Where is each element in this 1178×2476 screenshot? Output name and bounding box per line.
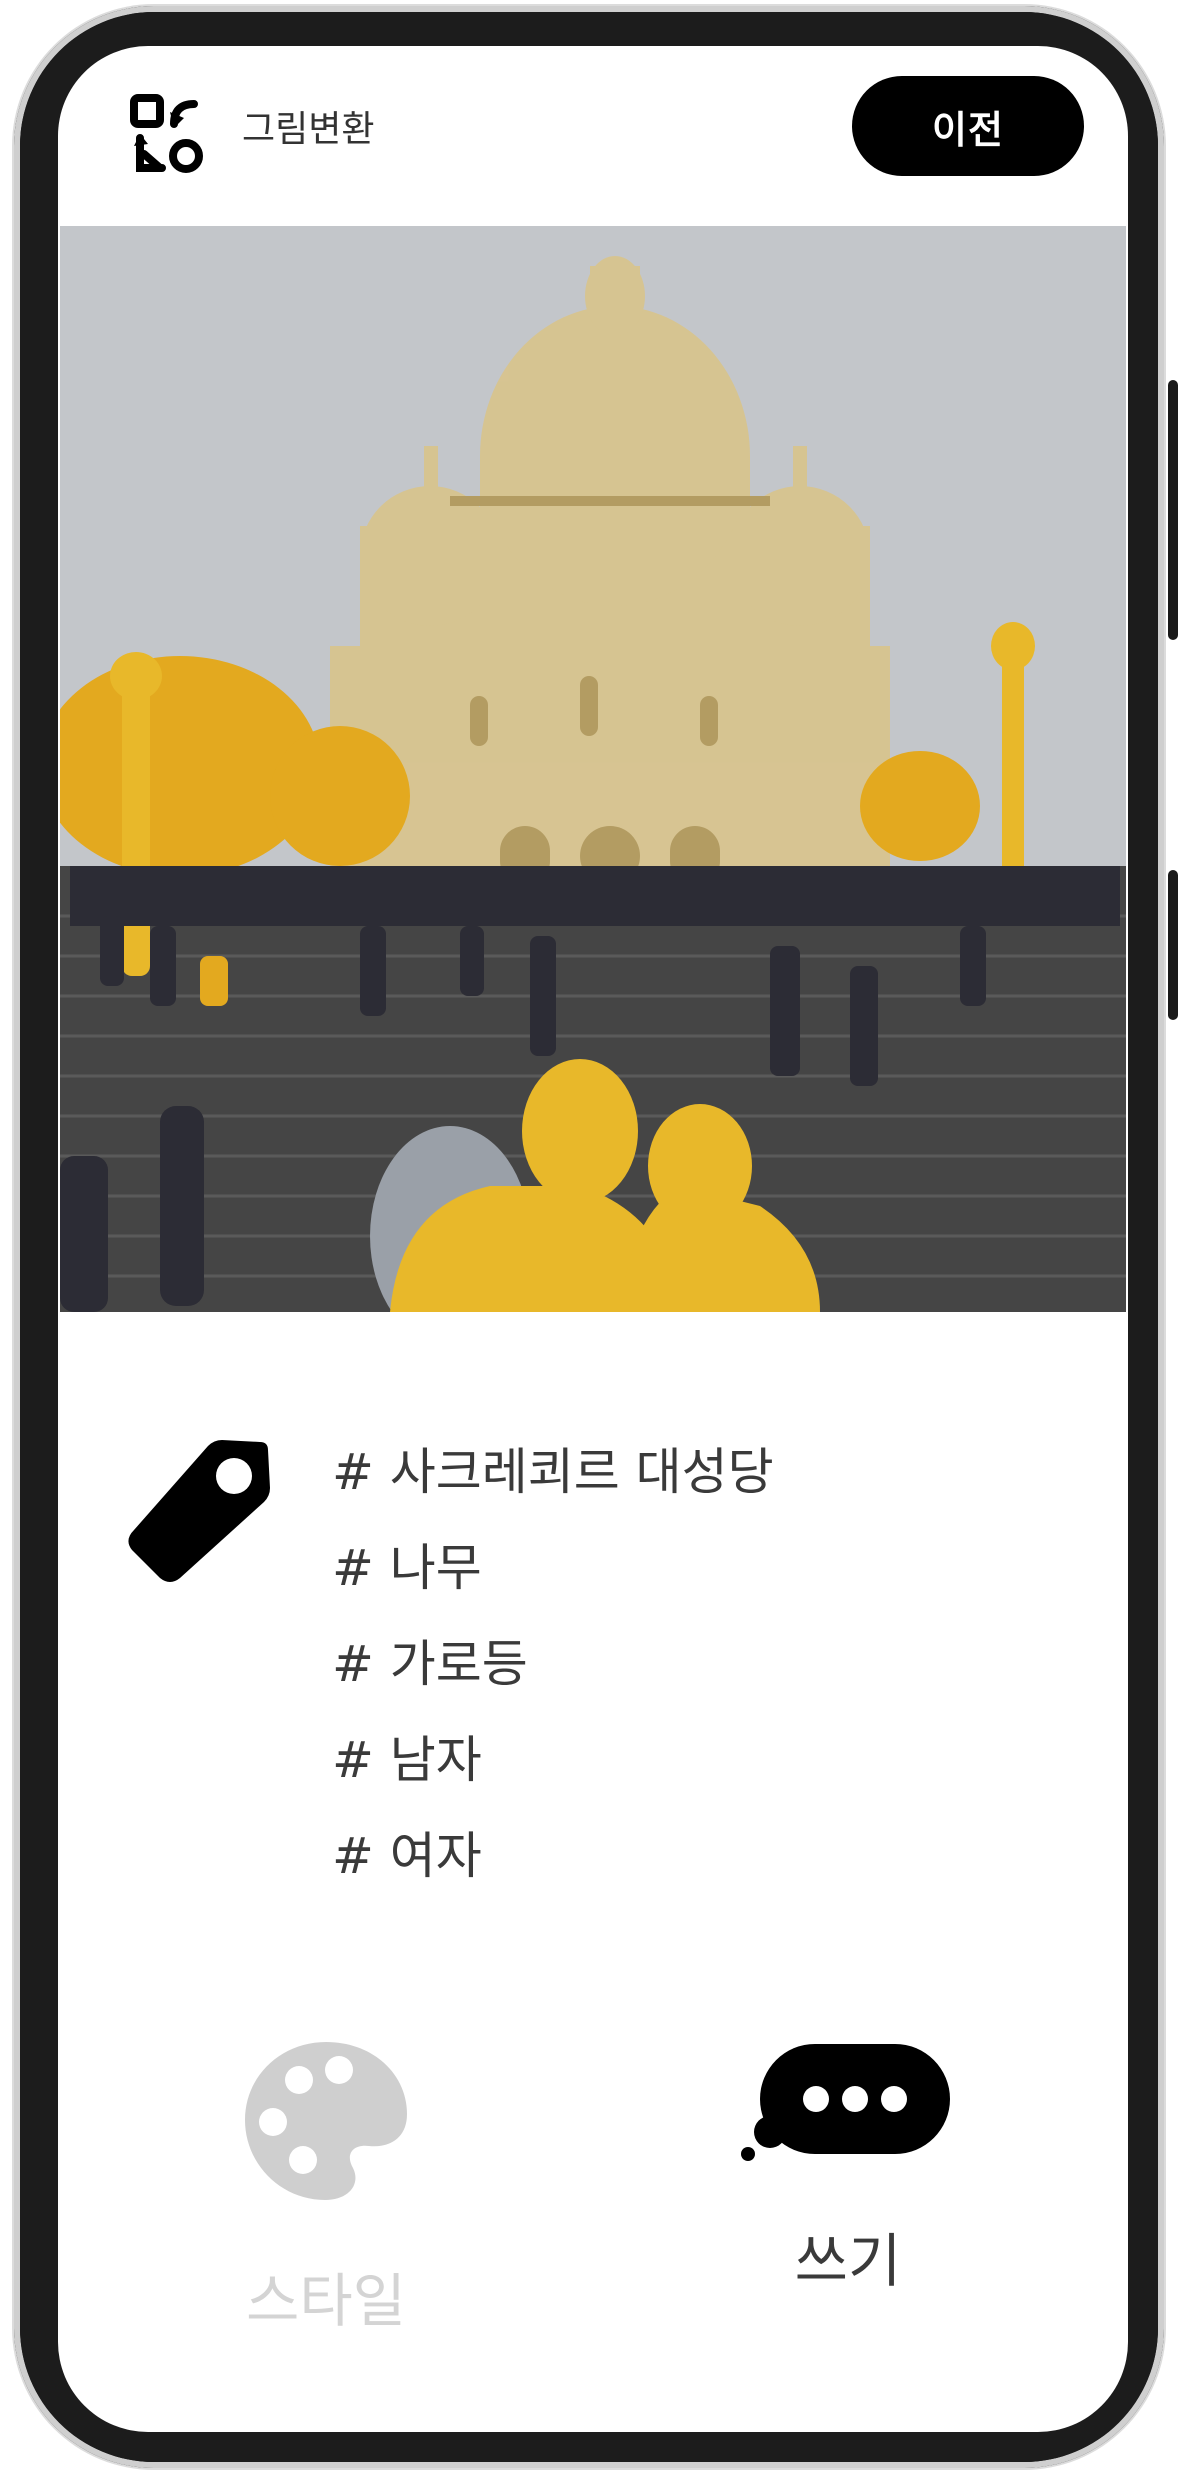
segmented-photo[interactable] bbox=[60, 226, 1126, 1312]
convert-icon[interactable] bbox=[130, 94, 206, 174]
tab-write[interactable]: 쓰기 bbox=[698, 2036, 998, 2298]
volume-button bbox=[1168, 380, 1178, 640]
app-screen: 그림변환 이전 # 사크레쾨르 대성당 # 나무 # 가로등 # 남자 # 여자… bbox=[58, 46, 1128, 2432]
tab-style-label: 스타일 bbox=[245, 2267, 407, 2335]
tag-item[interactable]: # 남자 bbox=[332, 1712, 774, 1808]
power-button bbox=[1168, 870, 1178, 1020]
tag-item[interactable]: # 사크레쾨르 대성당 bbox=[332, 1424, 774, 1520]
tag-icon bbox=[128, 1440, 270, 1582]
chat-bubble-icon bbox=[741, 2044, 950, 2161]
palette-icon bbox=[245, 2042, 407, 2200]
tab-write-label: 쓰기 bbox=[794, 2227, 902, 2295]
tag-item[interactable]: # 가로등 bbox=[332, 1616, 774, 1712]
header: 그림변환 이전 bbox=[58, 46, 1128, 226]
photo-illustration bbox=[60, 226, 1126, 1312]
tag-list: # 사크레쾨르 대성당 # 나무 # 가로등 # 남자 # 여자 bbox=[332, 1424, 774, 1904]
tab-style[interactable]: 스타일 bbox=[176, 2036, 476, 2338]
tag-item[interactable]: # 나무 bbox=[332, 1520, 774, 1616]
back-button[interactable]: 이전 bbox=[852, 76, 1084, 176]
tag-item[interactable]: # 여자 bbox=[332, 1808, 774, 1904]
app-title: 그림변환 bbox=[242, 109, 375, 150]
